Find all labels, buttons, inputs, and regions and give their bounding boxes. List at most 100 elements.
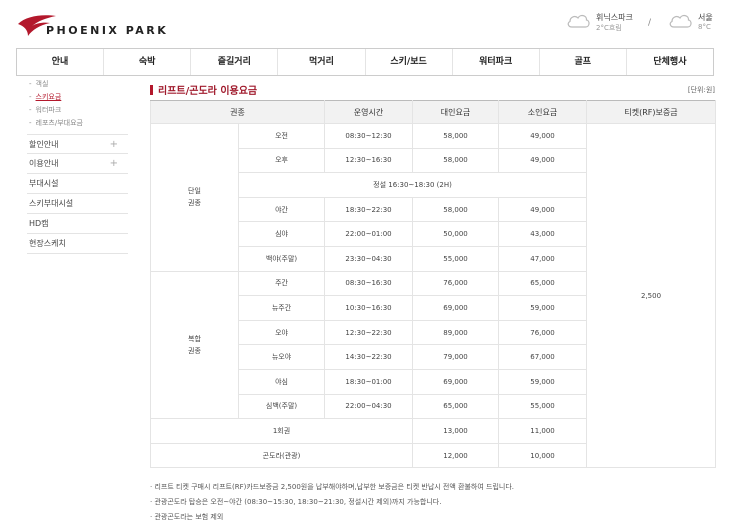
weather-location: 휘닉스파크 bbox=[596, 13, 633, 22]
nav-item-lodging[interactable]: 숙박 bbox=[104, 49, 192, 75]
ticket-hours: 22:00~01:00 bbox=[324, 221, 414, 247]
ticket-hours: 08:30~16:30 bbox=[324, 270, 414, 297]
sidebar-item-usage[interactable]: 이용안내 + bbox=[27, 154, 128, 174]
ticket-hours: 10:30~16:30 bbox=[324, 295, 414, 321]
deposit-value: 2,500 bbox=[586, 122, 717, 469]
adult-fee: 89,000 bbox=[412, 319, 500, 346]
sidebar-item-facilities[interactable]: 부대시설 bbox=[27, 174, 128, 194]
plus-icon: + bbox=[109, 158, 118, 169]
child-fee: 67,000 bbox=[498, 344, 588, 370]
header-hours: 운영시간 bbox=[324, 100, 414, 124]
ticket-type: 뉴오야 bbox=[237, 344, 326, 370]
ticket-hours: 12:30~22:30 bbox=[324, 319, 414, 346]
header-adult: 대인요금 bbox=[412, 100, 500, 124]
ticket-hours: 18:30~22:30 bbox=[324, 196, 414, 223]
note-item: · 리프트 티켓 구매시 리프트(RF)카드보증금 2,500원을 납부해야하며… bbox=[150, 483, 515, 491]
adult-fee: 12,000 bbox=[412, 442, 500, 469]
title-marker bbox=[150, 85, 153, 95]
main-nav: 안내 숙박 즐길거리 먹거리 스키/보드 워터파크 골프 단체행사 bbox=[16, 48, 714, 76]
table-header-row: 권종 운영시간 대인요금 소인요금 티켓(RF)보증금 bbox=[149, 100, 717, 124]
cloud-icon bbox=[669, 14, 692, 28]
ticket-hours: 22:00~04:30 bbox=[324, 393, 414, 420]
site-header: PHOENIX PARK 휘닉스파크 2°C흐림 / 서울 8°C bbox=[0, 0, 740, 48]
child-fee: 47,000 bbox=[498, 245, 588, 272]
ticket-hours: 08:30~12:30 bbox=[324, 123, 414, 149]
ticket-hours: 12:30~16:30 bbox=[324, 147, 414, 174]
sidebar-sub-item-ski-fees[interactable]: - 스키요금 bbox=[27, 91, 128, 104]
sidebar-item-sketch[interactable]: 현장스케치 bbox=[27, 234, 128, 254]
weather-temp: 2°C흐림 bbox=[596, 24, 622, 32]
ticket-type: 백야(주말) bbox=[237, 245, 326, 272]
ticket-type: 심백(주말) bbox=[237, 393, 326, 420]
nav-item-waterpark[interactable]: 워터파크 bbox=[453, 49, 540, 75]
sidebar-sub-item-rooms[interactable]: - 객실 bbox=[27, 78, 128, 91]
sidebar-sub-item-leports[interactable]: - 레포츠/부대요금 bbox=[27, 117, 128, 130]
adult-fee: 69,000 bbox=[412, 368, 500, 395]
sidebar-item-hd-cam[interactable]: HD캠 bbox=[27, 214, 128, 234]
fee-table: 권종 운영시간 대인요금 소인요금 티켓(RF)보증금 단일 권종 오전 08:… bbox=[149, 100, 717, 469]
ticket-type: 1회권 bbox=[149, 418, 414, 444]
ticket-hours: 18:30~01:00 bbox=[324, 368, 414, 395]
plus-icon: + bbox=[109, 139, 118, 150]
child-fee: 55,000 bbox=[498, 393, 588, 420]
main-content: 리프트/곤도라 이용요금 [단위:원] 권종 운영시간 대인요금 소인요금 티켓… bbox=[149, 82, 717, 469]
ticket-type: 심야 bbox=[237, 221, 326, 247]
nav-item-activities[interactable]: 즐길거리 bbox=[191, 49, 279, 75]
child-fee: 65,000 bbox=[498, 270, 588, 297]
header-deposit: 티켓(RF)보증금 bbox=[586, 100, 717, 124]
adult-fee: 13,000 bbox=[412, 418, 500, 444]
sidebar-sub-item-waterpark[interactable]: - 워터파크 bbox=[27, 104, 128, 117]
nav-item-dining[interactable]: 먹거리 bbox=[278, 49, 366, 75]
ticket-type: 곤도라(관광) bbox=[149, 442, 414, 469]
adult-fee: 76,000 bbox=[412, 270, 500, 297]
sidebar-sub-list: - 객실 - 스키요금 - 워터파크 - 레포츠/부대요금 bbox=[27, 76, 128, 134]
weather-phoenix: 휘닉스파크 2°C흐림 bbox=[566, 10, 646, 36]
header-ticket-type: 권종 bbox=[149, 100, 326, 124]
nav-item-info[interactable]: 안내 bbox=[17, 49, 105, 75]
weather-temp: 8°C bbox=[698, 23, 711, 31]
table-row: 단일 권종 오전 08:30~12:30 58,000 49,000 2,500 bbox=[150, 122, 717, 469]
weather-location: 서울 bbox=[698, 13, 713, 22]
group-combo: 복합 권종 bbox=[150, 270, 239, 420]
adult-fee: 79,000 bbox=[412, 344, 500, 370]
phoenix-park-logo[interactable]: PHOENIX PARK bbox=[16, 12, 176, 38]
adult-fee: 55,000 bbox=[412, 245, 500, 272]
header-child: 소인요금 bbox=[498, 100, 588, 124]
adult-fee: 69,000 bbox=[412, 295, 500, 321]
nav-item-ski-board[interactable]: 스키/보드 bbox=[366, 49, 453, 75]
weather-seoul: 서울 8°C bbox=[668, 10, 728, 36]
ticket-type: 오후 bbox=[237, 147, 326, 174]
child-fee: 11,000 bbox=[498, 418, 588, 444]
nav-item-golf[interactable]: 골프 bbox=[540, 49, 627, 75]
ticket-type: 야간 bbox=[237, 196, 326, 223]
note-item: · 관광곤도라는 보험 제외 bbox=[150, 513, 224, 521]
child-fee: 76,000 bbox=[498, 319, 588, 346]
ticket-hours: 14:30~22:30 bbox=[324, 344, 414, 370]
adult-fee: 58,000 bbox=[412, 147, 500, 174]
note-item: · 관광곤도라 탑승은 오전~야간 (08:30~15:30, 18:30~21… bbox=[150, 498, 442, 506]
title-bar: 리프트/곤도라 이용요금 [단위:원] bbox=[150, 82, 715, 98]
ticket-type: 뉴주간 bbox=[237, 295, 326, 321]
sidebar-item-discount[interactable]: 할인안내 + bbox=[27, 134, 128, 154]
child-fee: 10,000 bbox=[498, 442, 588, 469]
ticket-hours: 23:30~04:30 bbox=[324, 245, 414, 272]
adult-fee: 58,000 bbox=[412, 123, 500, 149]
child-fee: 49,000 bbox=[498, 123, 588, 149]
child-fee: 49,000 bbox=[498, 196, 588, 223]
ticket-type: 오전 bbox=[237, 123, 326, 149]
child-fee: 49,000 bbox=[498, 147, 588, 174]
ticket-type: 오야 bbox=[237, 319, 326, 346]
ticket-type: 주간 bbox=[237, 270, 326, 297]
page-title: 리프트/곤도라 이용요금 bbox=[158, 86, 258, 97]
adult-fee: 50,000 bbox=[412, 221, 500, 247]
nav-item-group-events[interactable]: 단체행사 bbox=[627, 49, 713, 75]
weather-separator: / bbox=[648, 18, 652, 28]
sidebar-item-ski-facilities[interactable]: 스키부대시설 bbox=[27, 194, 128, 214]
child-fee: 59,000 bbox=[498, 368, 588, 395]
child-fee: 43,000 bbox=[498, 221, 588, 247]
child-fee: 59,000 bbox=[498, 295, 588, 321]
cloud-icon bbox=[567, 14, 590, 28]
fee-notes: · 리프트 티켓 구매시 리프트(RF)카드보증금 2,500원을 납부해야하며… bbox=[150, 480, 720, 522]
ticket-type: 야심 bbox=[237, 368, 326, 395]
unit-label: [단위:원] bbox=[687, 86, 715, 94]
